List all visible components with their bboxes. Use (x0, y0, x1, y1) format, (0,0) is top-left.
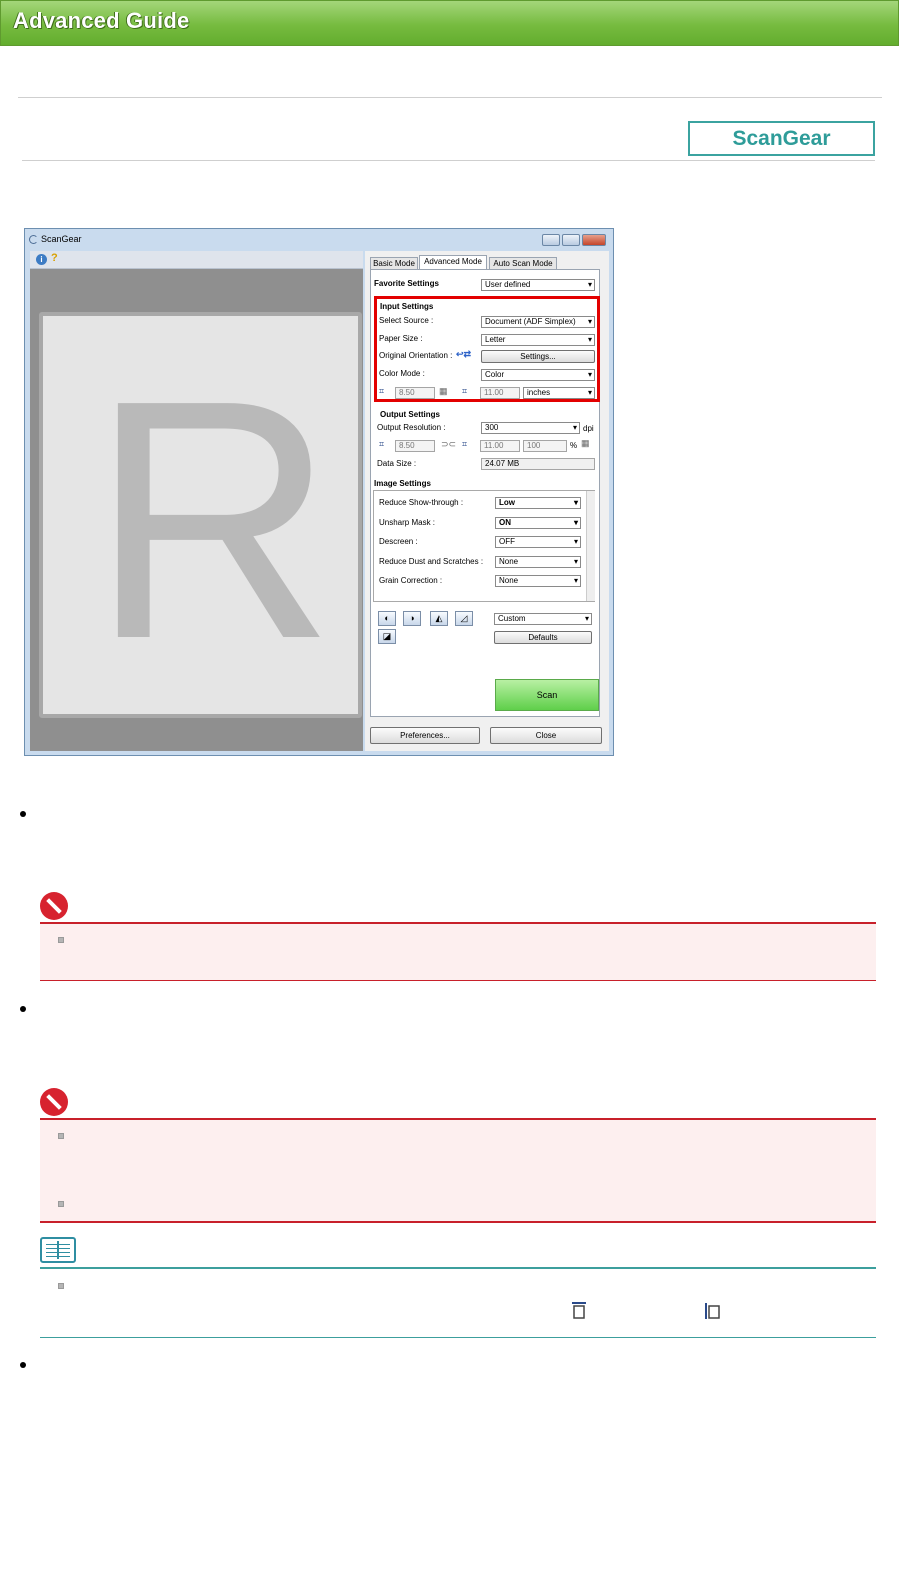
contrast-icon[interactable]: ◑ (403, 611, 421, 626)
output-settings-heading: Output Settings (380, 410, 440, 419)
width-icon: ⌗ (379, 386, 385, 396)
color-mode-label: Color Mode : (379, 369, 425, 378)
list-marker (58, 937, 64, 943)
image-setting-select[interactable]: ON (495, 516, 581, 529)
image-setting-select[interactable]: None (495, 575, 581, 587)
scangear-logo-icon (29, 235, 38, 244)
preview-letter: R (90, 330, 336, 710)
note-divider (40, 1267, 876, 1269)
orientation-icon: ↩⇄ (456, 349, 472, 359)
caution-divider (40, 980, 876, 981)
percent-label: % (570, 441, 578, 450)
output-size-icon[interactable]: ▦ (581, 438, 590, 449)
favorite-settings-label: Favorite Settings (374, 279, 439, 288)
close-window-icon[interactable] (582, 234, 606, 246)
scan-button[interactable]: Scan (495, 679, 599, 711)
input-settings-heading: Input Settings (380, 302, 434, 311)
note-divider (40, 1337, 876, 1338)
data-size-value: 24.07 MB (481, 458, 595, 470)
image-settings-heading: Image Settings (374, 479, 431, 488)
width-icon (569, 1300, 589, 1322)
image-setting-label: Unsharp Mask : (379, 517, 436, 527)
height-icon (703, 1300, 723, 1322)
histogram-icon[interactable]: ◭ (430, 611, 448, 626)
list-marker (58, 1201, 64, 1207)
caution-box (40, 1120, 876, 1222)
swap-icon[interactable]: ⊃⊂ (441, 439, 456, 450)
output-height-icon: ⌗ (462, 439, 468, 449)
preview-area[interactable]: R (30, 269, 363, 751)
bullet (20, 1006, 26, 1012)
image-setting-select[interactable]: Low (495, 497, 581, 509)
list-marker (58, 1133, 64, 1139)
divider (18, 97, 882, 98)
image-setting-label: Reduce Show-through : (379, 498, 464, 507)
output-resolution-select[interactable]: 300 (481, 422, 580, 434)
list-marker (58, 1283, 64, 1289)
preview-document: R (39, 312, 362, 718)
select-source-label: Select Source : (379, 316, 434, 325)
divider (22, 160, 875, 161)
minimize-icon[interactable] (542, 234, 560, 246)
image-setting-select[interactable]: None (495, 555, 581, 568)
guide-title: Advanced Guide (13, 8, 190, 33)
select-source-select[interactable]: Document (ADF Simplex) (481, 316, 595, 328)
info-icon[interactable]: i (36, 254, 47, 265)
help-icon[interactable]: ? (51, 252, 58, 264)
threshold-icon[interactable]: ◪ (378, 629, 396, 644)
favorite-settings-select[interactable]: User defined (481, 279, 595, 291)
tone-curve-icon[interactable]: ◿ (455, 611, 473, 626)
dpi-label: dpi (583, 424, 594, 433)
unit-select[interactable]: inches (523, 387, 595, 399)
defaults-button[interactable]: Defaults (494, 631, 592, 644)
bullet (20, 811, 26, 817)
tab-advanced-mode[interactable]: Advanced Mode (419, 255, 487, 270)
preview-toolbar: i ? (30, 251, 363, 269)
caution-icon (40, 892, 68, 920)
brightness-icon[interactable]: ◐ (378, 611, 396, 626)
output-width-field[interactable]: 8.50 (395, 440, 435, 452)
height-icon: ⌗ (462, 386, 468, 396)
scangear-window-screenshot: ScanGear i ? R Basic Mode Advanced Mode … (24, 228, 614, 756)
image-setting-label: Reduce Dust and Scratches : (379, 556, 484, 566)
preferences-button[interactable]: Preferences... (370, 727, 480, 744)
input-height-field[interactable]: 11.00 (480, 387, 520, 399)
output-width-icon: ⌗ (379, 439, 385, 449)
caution-icon (40, 1088, 68, 1116)
data-size-label: Data Size : (377, 459, 417, 468)
output-resolution-label: Output Resolution : (377, 423, 446, 432)
bullet (20, 1362, 26, 1368)
color-mode-select[interactable]: Color (481, 369, 595, 381)
caution-box (40, 924, 876, 980)
note-icon (40, 1237, 76, 1263)
input-width-field[interactable]: 8.50 (395, 387, 435, 399)
output-height-field[interactable]: 11.00 (480, 440, 520, 452)
orientation-settings-button[interactable]: Settings... (481, 350, 595, 363)
image-settings-scrollbar[interactable] (586, 491, 595, 601)
caution-divider (40, 1221, 876, 1223)
preset-select[interactable]: Custom (494, 613, 592, 625)
orientation-label: Original Orientation : (379, 351, 453, 360)
paper-size-label: Paper Size : (379, 334, 423, 343)
maximize-icon[interactable] (562, 234, 580, 246)
aspect-lock-icon[interactable]: ▦ (439, 386, 448, 397)
scangear-tag: ScanGear (688, 121, 875, 156)
window-title: ScanGear (41, 234, 82, 244)
guide-header: Advanced Guide (0, 0, 899, 46)
image-setting-select[interactable]: OFF (495, 536, 581, 548)
scale-field[interactable]: 100 (523, 440, 567, 452)
close-button[interactable]: Close (490, 727, 602, 744)
paper-size-select[interactable]: Letter (481, 334, 595, 346)
image-setting-label: Grain Correction : (379, 576, 443, 585)
image-setting-label: Descreen : (379, 537, 418, 546)
